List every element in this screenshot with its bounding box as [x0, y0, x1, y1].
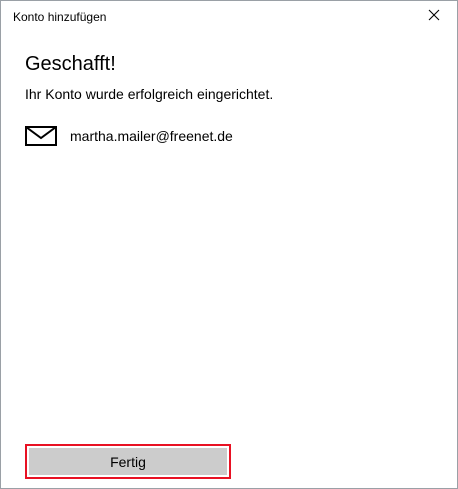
- close-button[interactable]: [411, 1, 457, 32]
- account-entry: martha.mailer@freenet.de: [25, 125, 233, 147]
- success-message: Ihr Konto wurde erfolgreich eingerichtet…: [25, 86, 274, 102]
- page-title: Geschafft!: [25, 53, 116, 75]
- done-button-highlight: Fertig: [25, 444, 231, 479]
- account-email: martha.mailer@freenet.de: [70, 128, 233, 144]
- add-account-dialog: Konto hinzufügen Geschafft! Ihr Konto wu…: [0, 0, 458, 489]
- close-icon: [428, 8, 440, 26]
- title-bar: Konto hinzufügen: [1, 1, 457, 32]
- window-title: Konto hinzufügen: [13, 10, 107, 24]
- done-button[interactable]: Fertig: [29, 448, 227, 475]
- mail-icon: [25, 125, 57, 147]
